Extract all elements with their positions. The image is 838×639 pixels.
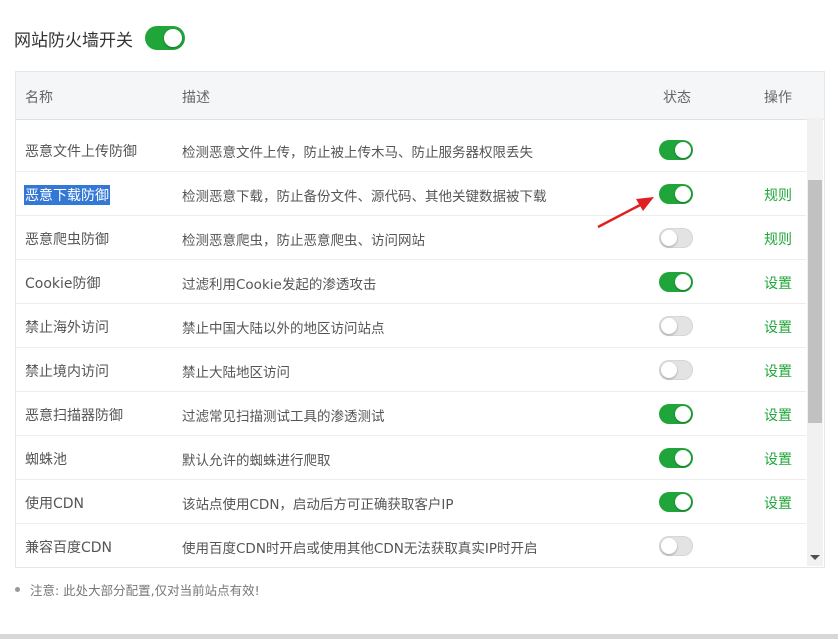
row-toggle[interactable] bbox=[659, 272, 693, 292]
table-row: 恶意爬虫防御 检测恶意爬虫，防止恶意爬虫、访问网站 规则 bbox=[16, 216, 806, 260]
row-toggle[interactable] bbox=[659, 184, 693, 204]
footer-note: 注意: 此处大部分配置,仅对当前站点有效! bbox=[15, 580, 260, 599]
row-toggle[interactable] bbox=[659, 536, 693, 556]
toggle-knob bbox=[661, 362, 677, 378]
row-description: 检测恶意下载，防止备份文件、源代码、其他关键数据被下载 bbox=[182, 189, 547, 205]
table-row: 使用CDN 该站点使用CDN，启动后方可正确获取客户IP 设置 bbox=[16, 480, 806, 524]
firewall-master-toggle[interactable] bbox=[145, 26, 185, 50]
row-toggle[interactable] bbox=[659, 140, 693, 160]
row-description: 使用百度CDN时开启或使用其他CDN无法获取真实IP时开启 bbox=[182, 541, 538, 557]
row-action-link[interactable]: 规则 bbox=[764, 185, 792, 205]
row-toggle[interactable] bbox=[659, 404, 693, 424]
toggle-knob bbox=[675, 494, 691, 510]
row-status bbox=[659, 536, 693, 560]
row-action-link[interactable]: 设置 bbox=[764, 449, 792, 469]
firewall-switch-label: 网站防火墙开关 bbox=[14, 30, 133, 51]
table-row: 兼容百度CDN 使用百度CDN时开启或使用其他CDN无法获取真实IP时开启 bbox=[16, 524, 806, 567]
toggle-knob bbox=[675, 406, 691, 422]
toggle-knob bbox=[661, 318, 677, 334]
protection-rules-table: 名称 描述 状态 操作 恶意文件上传防御 检测恶意文件上传，防止被上传木马、防止服… bbox=[15, 71, 825, 568]
toggle-knob bbox=[661, 538, 677, 554]
table-row: Cookie防御 过滤利用Cookie发起的渗透攻击 设置 bbox=[16, 260, 806, 304]
toggle-knob bbox=[164, 29, 182, 47]
row-description: 过滤常见扫描测试工具的渗透测试 bbox=[182, 409, 385, 425]
toggle-knob bbox=[675, 186, 691, 202]
table-header: 名称 描述 状态 操作 bbox=[16, 72, 824, 120]
table-body: 恶意文件上传防御 检测恶意文件上传，防止被上传木马、防止服务器权限丢失恶意下载防御… bbox=[16, 128, 806, 567]
row-name: 恶意爬虫防御 bbox=[25, 232, 109, 248]
row-action-link[interactable]: 设置 bbox=[764, 493, 792, 513]
scroll-down-arrow-icon[interactable] bbox=[810, 555, 820, 560]
table-row: 恶意下载防御 检测恶意下载，防止备份文件、源代码、其他关键数据被下载 规则 bbox=[16, 172, 806, 216]
header-op: 操作 bbox=[764, 90, 792, 106]
row-description: 默认允许的蜘蛛进行爬取 bbox=[182, 453, 331, 469]
row-toggle[interactable] bbox=[659, 360, 693, 380]
row-name: 蜘蛛池 bbox=[25, 452, 67, 468]
row-toggle[interactable] bbox=[659, 448, 693, 468]
row-action-link[interactable]: 设置 bbox=[764, 273, 792, 293]
firewall-master-switch-row: 网站防火墙开关 bbox=[14, 24, 185, 52]
toggle-knob bbox=[675, 450, 691, 466]
row-name: 禁止海外访问 bbox=[25, 320, 109, 336]
row-status bbox=[659, 140, 693, 164]
bullet-icon bbox=[15, 587, 20, 592]
header-status: 状态 bbox=[663, 90, 691, 106]
header-name: 名称 bbox=[25, 90, 53, 106]
note-text: 注意: 此处大部分配置,仅对当前站点有效! bbox=[30, 583, 260, 598]
table-scrollbar[interactable] bbox=[807, 118, 823, 566]
row-toggle[interactable] bbox=[659, 228, 693, 248]
toggle-knob bbox=[661, 230, 677, 246]
row-name: 使用CDN bbox=[25, 496, 85, 512]
row-status bbox=[659, 316, 693, 340]
row-name: Cookie防御 bbox=[25, 276, 101, 292]
row-description: 该站点使用CDN，启动后方可正确获取客户IP bbox=[182, 497, 454, 513]
header-desc: 描述 bbox=[182, 90, 210, 106]
row-action-link[interactable]: 设置 bbox=[764, 405, 792, 425]
row-name: 恶意文件上传防御 bbox=[25, 144, 137, 160]
table-row: 恶意扫描器防御 过滤常见扫描测试工具的渗透测试 设置 bbox=[16, 392, 806, 436]
row-status bbox=[659, 228, 693, 252]
row-status bbox=[659, 492, 693, 516]
row-action-link[interactable]: 规则 bbox=[764, 229, 792, 249]
row-description: 过滤利用Cookie发起的渗透攻击 bbox=[182, 277, 377, 293]
bottom-divider bbox=[0, 634, 838, 639]
row-status bbox=[659, 184, 693, 208]
row-name: 恶意下载防御 bbox=[24, 185, 110, 205]
row-status bbox=[659, 360, 693, 384]
row-name: 兼容百度CDN bbox=[25, 540, 113, 556]
row-name: 恶意扫描器防御 bbox=[25, 408, 123, 424]
row-name: 禁止境内访问 bbox=[25, 364, 109, 380]
row-action-link[interactable]: 设置 bbox=[764, 317, 792, 337]
row-status bbox=[659, 404, 693, 428]
row-toggle[interactable] bbox=[659, 316, 693, 336]
row-toggle[interactable] bbox=[659, 492, 693, 512]
toggle-knob bbox=[675, 142, 691, 158]
row-description: 禁止大陆地区访问 bbox=[182, 365, 290, 381]
row-description: 检测恶意文件上传，防止被上传木马、防止服务器权限丢失 bbox=[182, 145, 533, 161]
row-status bbox=[659, 448, 693, 472]
table-row: 禁止海外访问 禁止中国大陆以外的地区访问站点 设置 bbox=[16, 304, 806, 348]
row-description: 检测恶意爬虫，防止恶意爬虫、访问网站 bbox=[182, 233, 425, 249]
row-description: 禁止中国大陆以外的地区访问站点 bbox=[182, 321, 385, 337]
scrollbar-thumb[interactable] bbox=[808, 180, 822, 423]
table-row: 恶意文件上传防御 检测恶意文件上传，防止被上传木马、防止服务器权限丢失 bbox=[16, 128, 806, 172]
row-action-link[interactable]: 设置 bbox=[764, 361, 792, 381]
row-status bbox=[659, 272, 693, 296]
toggle-knob bbox=[675, 274, 691, 290]
table-row: 蜘蛛池 默认允许的蜘蛛进行爬取 设置 bbox=[16, 436, 806, 480]
table-row: 禁止境内访问 禁止大陆地区访问 设置 bbox=[16, 348, 806, 392]
